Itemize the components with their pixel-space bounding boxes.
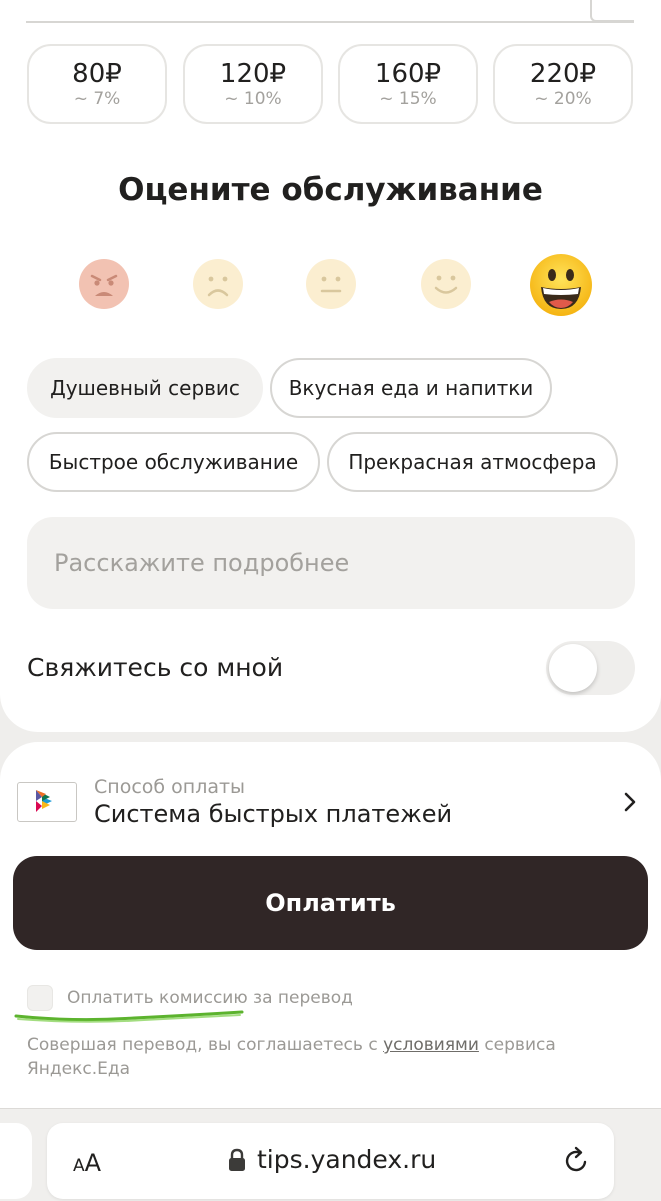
browser-toolbar: AA tips.yandex.ru	[0, 1108, 661, 1201]
legal-text: Совершая перевод, вы соглашаетесь с усло…	[27, 1033, 627, 1081]
sbp-logo-icon	[17, 782, 77, 822]
rating-title: Оцените обслуживание	[118, 172, 543, 208]
text-size-large-a: A	[84, 1149, 102, 1177]
chip-soulful-service[interactable]: Душевный сервис	[27, 358, 263, 418]
commission-label[interactable]: Оплатить комиссию за перевод	[67, 988, 353, 1008]
text-size-button[interactable]: AA	[73, 1149, 101, 1177]
angry-face-icon[interactable]	[78, 258, 130, 310]
tip-option-80[interactable]: 80₽ ~ 7%	[27, 44, 167, 124]
url-text: tips.yandex.ru	[257, 1145, 437, 1174]
tip-amount: 220₽	[529, 59, 597, 89]
payment-method-row[interactable]: Способ оплаты Система быстрых платежей	[0, 770, 661, 840]
tip-percent: ~ 15%	[379, 89, 437, 109]
top-field-edge	[590, 0, 634, 22]
payment-method-name: Система быстрых платежей	[94, 800, 453, 828]
tip-option-120[interactable]: 120₽ ~ 10%	[183, 44, 323, 124]
smiling-face-icon[interactable]	[420, 258, 472, 310]
top-divider	[26, 21, 634, 23]
tip-option-220[interactable]: 220₽ ~ 20%	[493, 44, 633, 124]
highlight-underline	[14, 1010, 244, 1023]
contact-me-label: Свяжитесь со мной	[27, 653, 284, 682]
tip-percent: ~ 7%	[73, 89, 121, 109]
chip-great-atmosphere[interactable]: Прекрасная атмосфера	[327, 432, 618, 492]
lock-icon	[229, 1148, 245, 1171]
tip-percent: ~ 20%	[534, 89, 592, 109]
legal-text-start: Совершая перевод, вы соглашаетесь с	[27, 1035, 384, 1055]
terms-link[interactable]: условиями	[383, 1035, 479, 1055]
tip-option-160[interactable]: 160₽ ~ 15%	[338, 44, 478, 124]
reload-icon[interactable]	[562, 1145, 592, 1175]
feedback-card: 80₽ ~ 7% 120₽ ~ 10% 160₽ ~ 15% 220₽ ~ 20…	[0, 0, 661, 732]
neutral-face-icon[interactable]	[305, 258, 357, 310]
chip-tasty-food[interactable]: Вкусная еда и напитки	[270, 358, 552, 418]
grinning-face-icon[interactable]	[529, 253, 593, 317]
tip-amount: 160₽	[374, 59, 442, 89]
details-input[interactable]	[27, 517, 635, 609]
pay-button[interactable]: Оплатить	[13, 856, 648, 950]
chip-fast-service[interactable]: Быстрое обслуживание	[27, 432, 320, 492]
toggle-knob	[549, 644, 597, 692]
tip-amount: 80₽	[72, 59, 122, 89]
address-bar[interactable]: AA tips.yandex.ru	[47, 1123, 614, 1199]
payment-method-caption: Способ оплаты	[94, 776, 246, 798]
previous-tab[interactable]	[0, 1123, 32, 1199]
tip-amount: 120₽	[219, 59, 287, 89]
chevron-right-icon	[624, 792, 636, 812]
sad-face-icon[interactable]	[192, 258, 244, 310]
text-size-small-a: A	[73, 1156, 85, 1176]
contact-me-toggle[interactable]	[546, 641, 635, 695]
tip-percent: ~ 10%	[224, 89, 282, 109]
